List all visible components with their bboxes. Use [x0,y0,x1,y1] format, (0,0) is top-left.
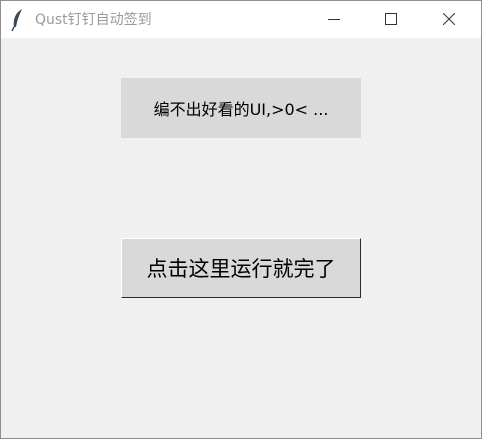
close-icon [442,10,456,29]
minimize-icon [328,10,340,29]
minimize-button[interactable] [311,1,357,38]
feather-icon [9,8,27,32]
window-title: Qust钉钉自动签到 [35,12,152,28]
title-bar[interactable]: Qust钉钉自动签到 [1,1,481,38]
info-label: 编不出好看的UI,>0< ... [121,78,361,138]
close-button[interactable] [426,1,472,38]
run-button[interactable]: 点击这里运行就完了 [121,238,361,298]
maximize-button[interactable] [368,1,414,38]
maximize-icon [385,10,397,29]
app-window: Qust钉钉自动签到 编不出好看的UI,>0< ... 点击这里运行就完了 [0,0,482,439]
